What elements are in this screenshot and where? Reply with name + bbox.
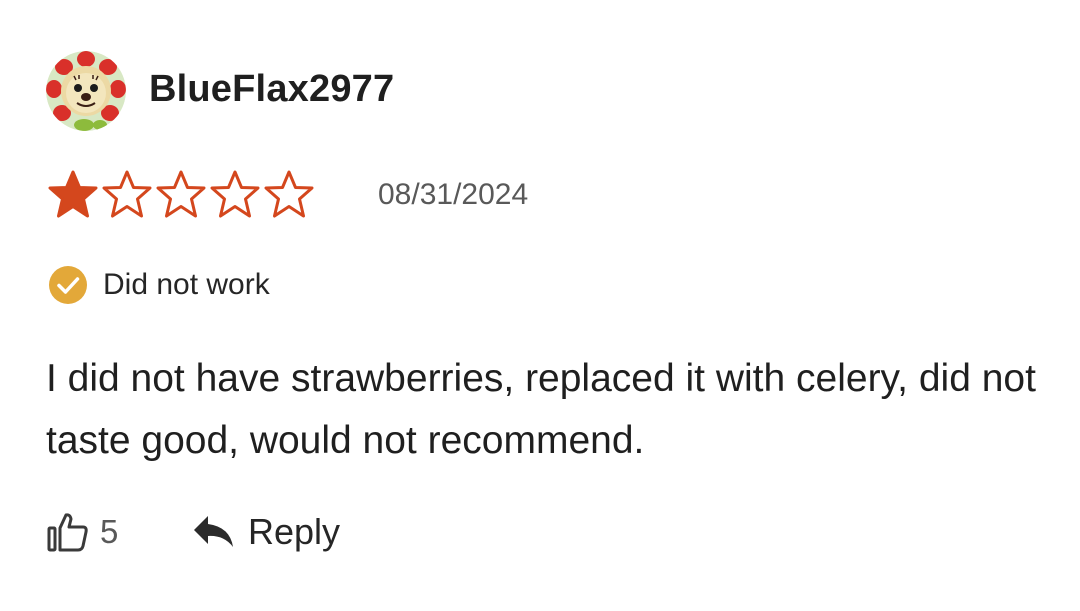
reply-button[interactable]: Reply <box>192 508 340 556</box>
review-card: BlueFlax2977 08/31/2024 Did not work I d… <box>0 0 1080 611</box>
review-date: 08/31/2024 <box>378 178 529 211</box>
review-text: I did not have strawberries, replaced it… <box>46 357 1036 462</box>
tag-label: Did not work <box>103 268 270 301</box>
thumbs-up-icon <box>47 513 88 552</box>
review-tag: Did not work <box>48 265 270 305</box>
star-outline-icon <box>102 170 152 218</box>
star-filled-icon <box>48 170 98 218</box>
reply-label: Reply <box>248 511 341 552</box>
star-outline-icon <box>264 170 314 218</box>
star-outline-icon <box>210 170 260 218</box>
avatar-image <box>46 51 126 131</box>
star-rating <box>48 170 314 218</box>
avatar[interactable] <box>46 51 126 131</box>
like-count: 5 <box>100 513 119 550</box>
check-circle-icon <box>49 266 87 304</box>
like-button[interactable]: 5 <box>46 508 118 556</box>
reply-arrow-icon <box>194 516 233 547</box>
username[interactable]: BlueFlax2977 <box>149 68 394 111</box>
star-outline-icon <box>156 170 206 218</box>
